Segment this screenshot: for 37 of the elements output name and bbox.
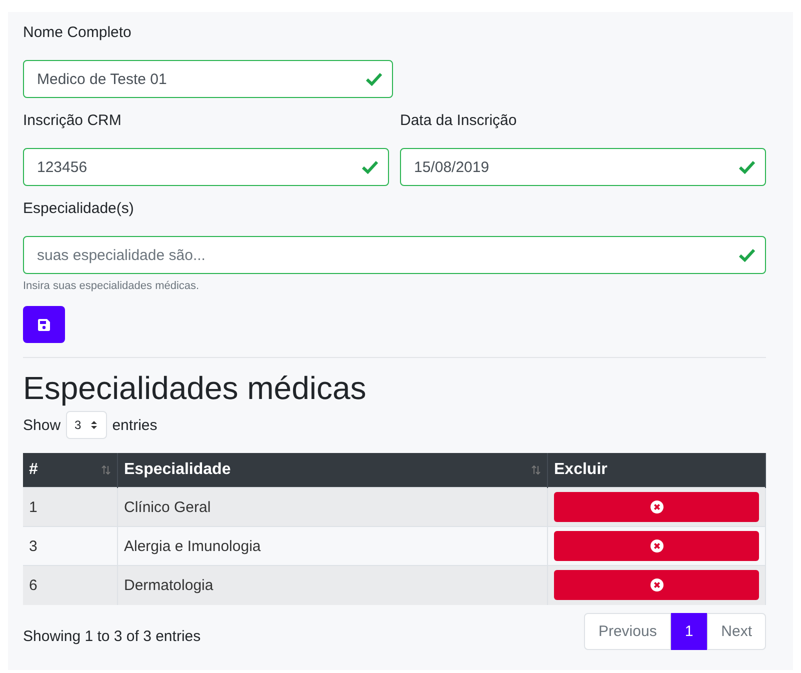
- check-icon: [361, 160, 379, 174]
- table-cell: Dermatologia: [118, 566, 548, 604]
- page-link[interactable]: Previous: [584, 612, 671, 650]
- section-heading: Especialidades médicas: [23, 370, 368, 407]
- input-field[interactable]: Medico de Teste 01: [23, 60, 393, 98]
- close-icon: [650, 539, 664, 553]
- input-field[interactable]: 15/08/2019: [400, 148, 766, 186]
- field-label: Inscrição CRM: [23, 112, 122, 129]
- field-label: Nome Completo: [23, 24, 132, 41]
- show-label: Show: [23, 416, 61, 434]
- close-icon: [650, 500, 664, 514]
- help-text: Insira suas especialidades médicas.: [23, 280, 200, 292]
- entries-select[interactable]: 3: [66, 411, 108, 439]
- table-info: Showing 1 to 3 of 3 entries: [23, 628, 201, 644]
- page-link[interactable]: Next: [707, 612, 766, 650]
- table-cell: Clínico Geral: [118, 488, 548, 526]
- entries-label: entries: [112, 416, 158, 434]
- column-header[interactable]: Excluir: [548, 453, 766, 488]
- table-cell: 3: [23, 526, 118, 566]
- save-button[interactable]: [23, 306, 65, 343]
- input-field[interactable]: 123456: [23, 148, 389, 186]
- page-link[interactable]: 1: [670, 612, 708, 650]
- floppy-icon: [37, 318, 51, 332]
- check-icon: [738, 160, 756, 174]
- delete-button[interactable]: [554, 570, 759, 600]
- input-field[interactable]: suas especialidade são...: [23, 236, 766, 274]
- table-cell: 6: [23, 566, 118, 604]
- table-cell: Alergia e Imunologia: [118, 526, 548, 566]
- table-cell: 1: [23, 488, 118, 526]
- updown-icon: [90, 420, 98, 430]
- column-header[interactable]: Especialidade: [118, 453, 548, 488]
- field-label: Data da Inscrição: [400, 112, 518, 129]
- close-icon: [650, 578, 664, 592]
- column-header[interactable]: #: [23, 453, 118, 488]
- check-icon: [365, 72, 383, 86]
- check-icon: [738, 248, 756, 262]
- field-label: Especialidade(s): [23, 200, 135, 217]
